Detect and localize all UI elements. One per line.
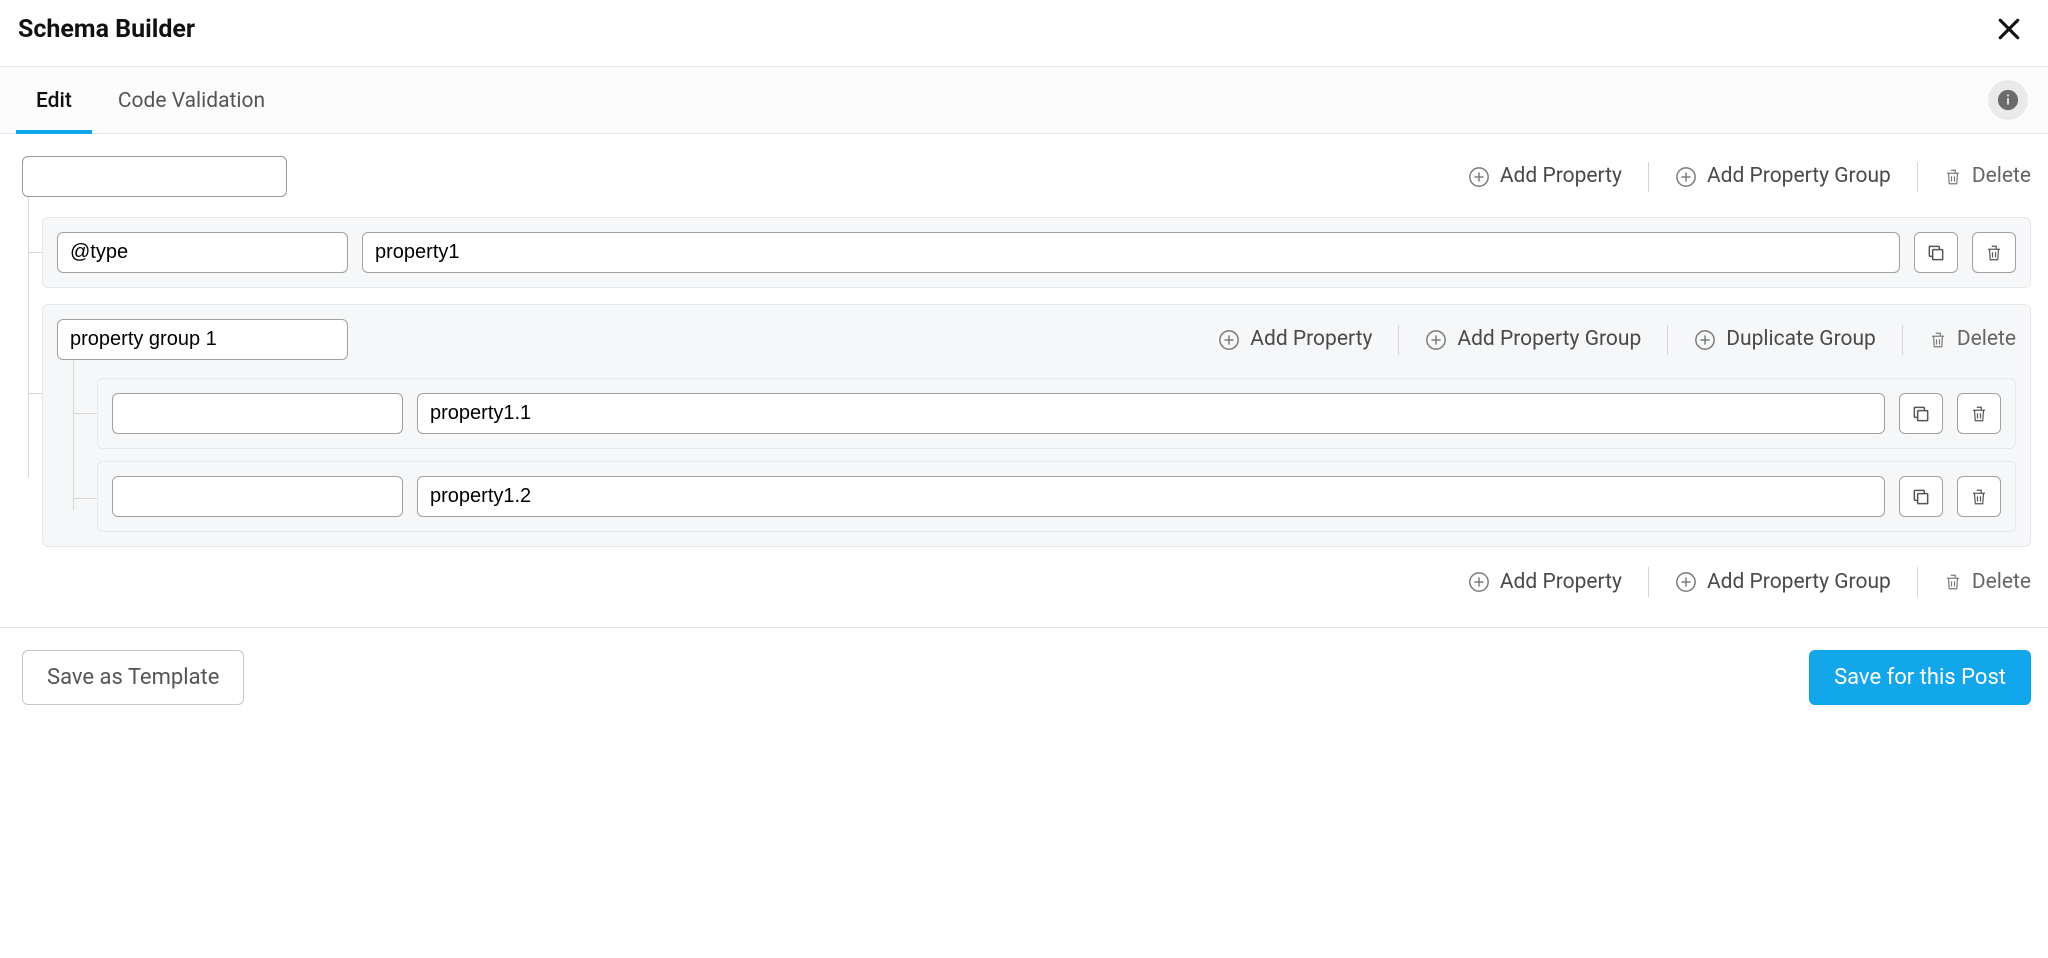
- info-icon: [1997, 89, 2019, 111]
- action-label: Add Property Group: [1707, 166, 1891, 187]
- tab-bar: Edit Code Validation: [0, 66, 2048, 134]
- tree-line: [28, 252, 42, 253]
- property-group-panel: Add Property Add Property Group Duplicat…: [42, 304, 2031, 547]
- property-panel: [97, 461, 2016, 532]
- copy-icon: [1911, 487, 1931, 507]
- trash-icon: [1929, 330, 1947, 350]
- separator: [1648, 567, 1649, 597]
- action-label: Add Property: [1500, 572, 1622, 593]
- plus-circle-icon: [1218, 329, 1240, 351]
- group-header: Add Property Add Property Group Duplicat…: [57, 319, 2016, 360]
- close-button[interactable]: [1990, 10, 2028, 48]
- property-name-input[interactable]: [112, 393, 403, 434]
- trash-icon: [1985, 243, 2003, 263]
- action-label: Add Property: [1250, 329, 1372, 350]
- modal-header: Schema Builder: [0, 0, 2048, 66]
- plus-circle-icon: [1425, 329, 1447, 351]
- bottom-actions: Add Property Add Property Group Delete: [22, 567, 2031, 597]
- tab-code-validation[interactable]: Code Validation: [118, 67, 265, 133]
- action-label: Add Property Group: [1457, 329, 1641, 350]
- property-name-input[interactable]: [112, 476, 403, 517]
- root-head: Add Property Add Property Group Delete: [22, 156, 2031, 197]
- bottom-add-property-button[interactable]: Add Property: [1468, 571, 1622, 593]
- action-label: Delete: [1972, 166, 2031, 187]
- delete-property-button[interactable]: [1957, 393, 2001, 434]
- plus-circle-icon: [1675, 166, 1697, 188]
- duplicate-group-button[interactable]: Duplicate Group: [1694, 329, 1876, 351]
- root-children: Add Property Add Property Group Duplicat…: [42, 217, 2031, 547]
- root-add-group-button[interactable]: Add Property Group: [1675, 166, 1891, 188]
- bottom-add-group-button[interactable]: Add Property Group: [1675, 571, 1891, 593]
- action-label: Add Property: [1500, 166, 1622, 187]
- builder-content: Add Property Add Property Group Delete: [0, 134, 2048, 607]
- property-name-input[interactable]: [57, 232, 348, 273]
- separator: [1917, 162, 1918, 192]
- info-button[interactable]: [1988, 80, 2028, 120]
- property-value-input[interactable]: [362, 232, 1900, 273]
- save-template-button[interactable]: Save as Template: [22, 650, 244, 705]
- tree-line: [28, 197, 29, 477]
- trash-icon: [1944, 167, 1962, 187]
- plus-circle-icon: [1468, 166, 1490, 188]
- delete-group-button[interactable]: Delete: [1929, 329, 2016, 350]
- page-title: Schema Builder: [18, 15, 195, 44]
- save-post-button[interactable]: Save for this Post: [1809, 650, 2031, 705]
- property-row: [112, 393, 2001, 434]
- separator: [1917, 567, 1918, 597]
- action-label: Add Property Group: [1707, 572, 1891, 593]
- copy-property-button[interactable]: [1899, 393, 1943, 434]
- tab-edit[interactable]: Edit: [36, 67, 72, 133]
- close-icon: [1994, 14, 2024, 44]
- group-children: [97, 378, 2016, 532]
- copy-icon: [1911, 404, 1931, 424]
- property-row: [112, 476, 2001, 517]
- tree-line: [73, 498, 97, 499]
- separator: [1398, 325, 1399, 355]
- separator: [1902, 325, 1903, 355]
- action-label: Delete: [1957, 329, 2016, 350]
- group-add-property-button[interactable]: Add Property: [1218, 329, 1372, 351]
- root-delete-button[interactable]: Delete: [1944, 166, 2031, 187]
- bottom-delete-button[interactable]: Delete: [1944, 572, 2031, 593]
- schema-root: Add Property Add Property Group Delete: [22, 156, 2031, 547]
- root-add-property-button[interactable]: Add Property: [1468, 166, 1622, 188]
- action-label: Delete: [1972, 572, 2031, 593]
- group-add-group-button[interactable]: Add Property Group: [1425, 329, 1641, 351]
- root-name-input[interactable]: [22, 156, 287, 197]
- action-label: Duplicate Group: [1726, 329, 1876, 350]
- group-name-input[interactable]: [57, 319, 348, 360]
- copy-property-button[interactable]: [1899, 476, 1943, 517]
- trash-icon: [1970, 404, 1988, 424]
- delete-property-button[interactable]: [1972, 232, 2016, 273]
- plus-circle-icon: [1675, 571, 1697, 593]
- separator: [1648, 162, 1649, 192]
- tab-list: Edit Code Validation: [20, 67, 265, 133]
- tree-line: [28, 393, 42, 394]
- tree-line: [73, 413, 97, 414]
- copy-property-button[interactable]: [1914, 232, 1958, 273]
- property-value-input[interactable]: [417, 393, 1885, 434]
- modal-footer: Save as Template Save for this Post: [0, 628, 2048, 727]
- plus-circle-icon: [1694, 329, 1716, 351]
- separator: [1667, 325, 1668, 355]
- plus-circle-icon: [1468, 571, 1490, 593]
- trash-icon: [1970, 487, 1988, 507]
- delete-property-button[interactable]: [1957, 476, 2001, 517]
- property-value-input[interactable]: [417, 476, 1885, 517]
- copy-icon: [1926, 243, 1946, 263]
- trash-icon: [1944, 572, 1962, 592]
- tree-line: [73, 360, 74, 510]
- property-panel: [97, 378, 2016, 449]
- property-panel: [42, 217, 2031, 288]
- property-row: [57, 232, 2016, 273]
